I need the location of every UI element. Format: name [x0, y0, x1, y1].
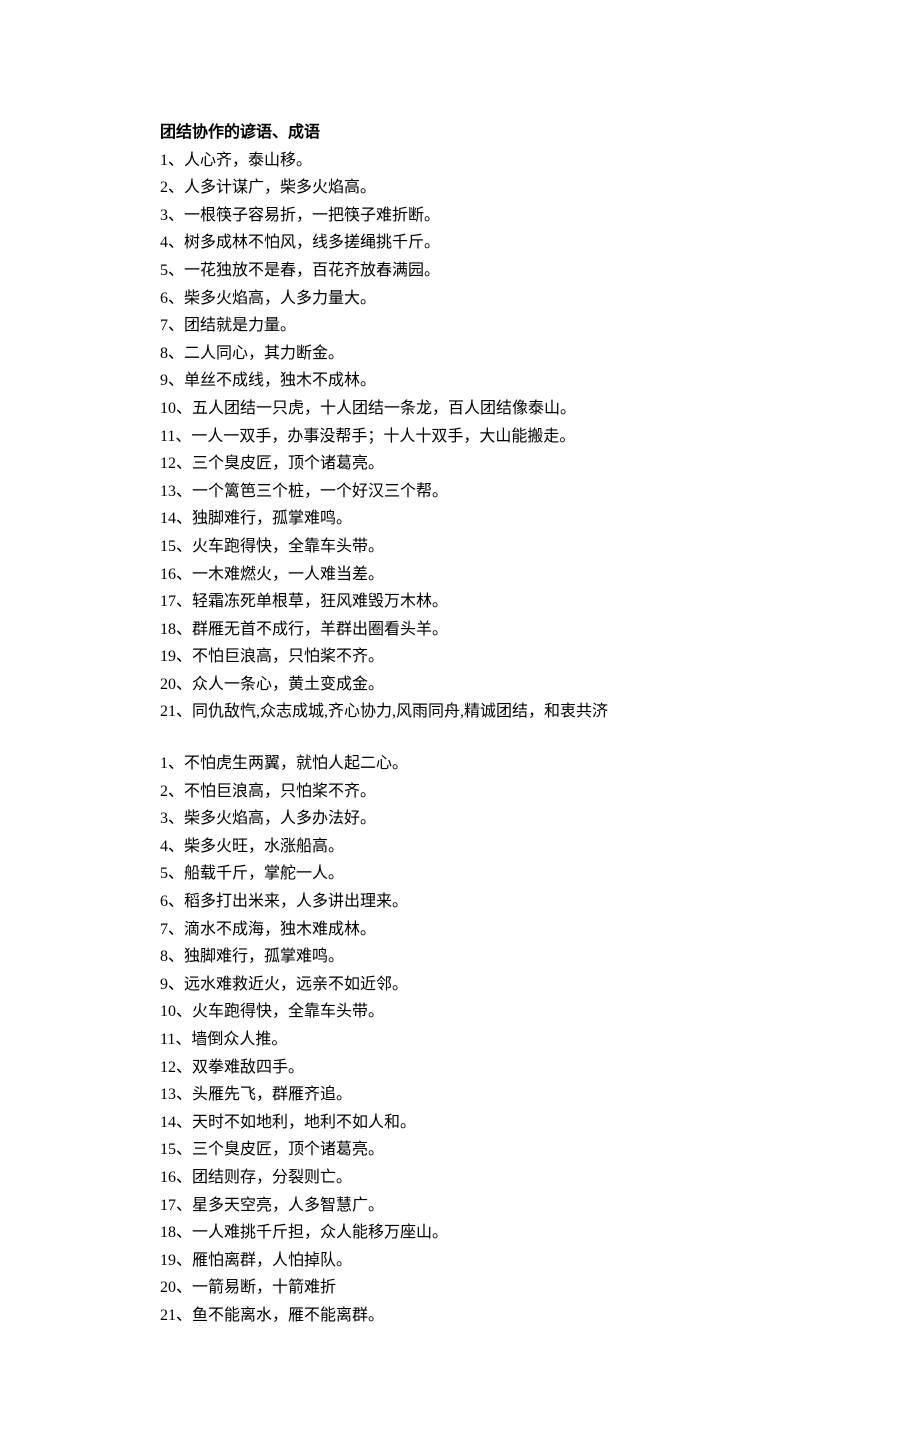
list-item: 11、墙倒众人推。 [160, 1027, 760, 1053]
list-item: 16、团结则存，分裂则亡。 [160, 1165, 760, 1191]
list-item: 4、柴多火旺，水涨船高。 [160, 834, 760, 860]
document-title: 团结协作的谚语、成语 [160, 120, 760, 146]
list-item: 7、滴水不成海，独木难成林。 [160, 917, 760, 943]
list-item: 1、人心齐，泰山移。 [160, 148, 760, 174]
list-item: 13、一个篱笆三个桩，一个好汉三个帮。 [160, 479, 760, 505]
section-divider [160, 727, 760, 751]
list-item: 5、一花独放不是春，百花齐放春满园。 [160, 258, 760, 284]
list-item: 18、一人难挑千斤担，众人能移万座山。 [160, 1220, 760, 1246]
list-item: 10、五人团结一只虎，十人团结一条龙，百人团结像泰山。 [160, 396, 760, 422]
list-item: 19、不怕巨浪高，只怕桨不齐。 [160, 644, 760, 670]
list-item: 14、独脚难行，孤掌难鸣。 [160, 506, 760, 532]
list-item: 6、柴多火焰高，人多力量大。 [160, 286, 760, 312]
section-2: 1、不怕虎生两翼，就怕人起二心。 2、不怕巨浪高，只怕桨不齐。 3、柴多火焰高，… [160, 751, 760, 1328]
list-item: 13、头雁先飞，群雁齐追。 [160, 1082, 760, 1108]
list-item: 18、群雁无首不成行，羊群出圈看头羊。 [160, 617, 760, 643]
list-item: 11、一人一双手，办事没帮手；十人十双手，大山能搬走。 [160, 424, 760, 450]
list-item: 7、团结就是力量。 [160, 313, 760, 339]
list-item: 20、一箭易断，十箭难折 [160, 1275, 760, 1301]
list-item: 19、雁怕离群，人怕掉队。 [160, 1248, 760, 1274]
list-item: 1、不怕虎生两翼，就怕人起二心。 [160, 751, 760, 777]
list-item: 9、单丝不成线，独木不成林。 [160, 368, 760, 394]
section-1: 1、人心齐，泰山移。 2、人多计谋广，柴多火焰高。 3、一根筷子容易折，一把筷子… [160, 148, 760, 725]
list-item: 2、不怕巨浪高，只怕桨不齐。 [160, 779, 760, 805]
list-item: 8、二人同心，其力断金。 [160, 341, 760, 367]
list-item: 3、柴多火焰高，人多办法好。 [160, 806, 760, 832]
list-item: 21、鱼不能离水，雁不能离群。 [160, 1303, 760, 1329]
list-item: 12、双拳难敌四手。 [160, 1055, 760, 1081]
list-item: 2、人多计谋广，柴多火焰高。 [160, 175, 760, 201]
list-item: 4、树多成林不怕风，线多搓绳挑千斤。 [160, 230, 760, 256]
list-item: 17、轻霜冻死单根草，狂风难毁万木林。 [160, 589, 760, 615]
list-item: 3、一根筷子容易折，一把筷子难折断。 [160, 203, 760, 229]
list-item: 6、稻多打出米来，人多讲出理来。 [160, 889, 760, 915]
list-item: 9、远水难救近火，远亲不如近邻。 [160, 972, 760, 998]
list-item: 15、火车跑得快，全靠车头带。 [160, 534, 760, 560]
list-item: 5、船载千斤，掌舵一人。 [160, 861, 760, 887]
list-item: 10、火车跑得快，全靠车头带。 [160, 999, 760, 1025]
list-item: 21、同仇敌忾,众志成城,齐心协力,风雨同舟,精诚团结，和衷共济 [160, 699, 760, 725]
list-item: 17、星多天空亮，人多智慧广。 [160, 1193, 760, 1219]
list-item: 15、三个臭皮匠，顶个诸葛亮。 [160, 1137, 760, 1163]
list-item: 16、一木难燃火，一人难当差。 [160, 562, 760, 588]
list-item: 8、独脚难行，孤掌难鸣。 [160, 944, 760, 970]
list-item: 20、众人一条心，黄土变成金。 [160, 672, 760, 698]
list-item: 14、天时不如地利，地利不如人和。 [160, 1110, 760, 1136]
list-item: 12、三个臭皮匠，顶个诸葛亮。 [160, 451, 760, 477]
